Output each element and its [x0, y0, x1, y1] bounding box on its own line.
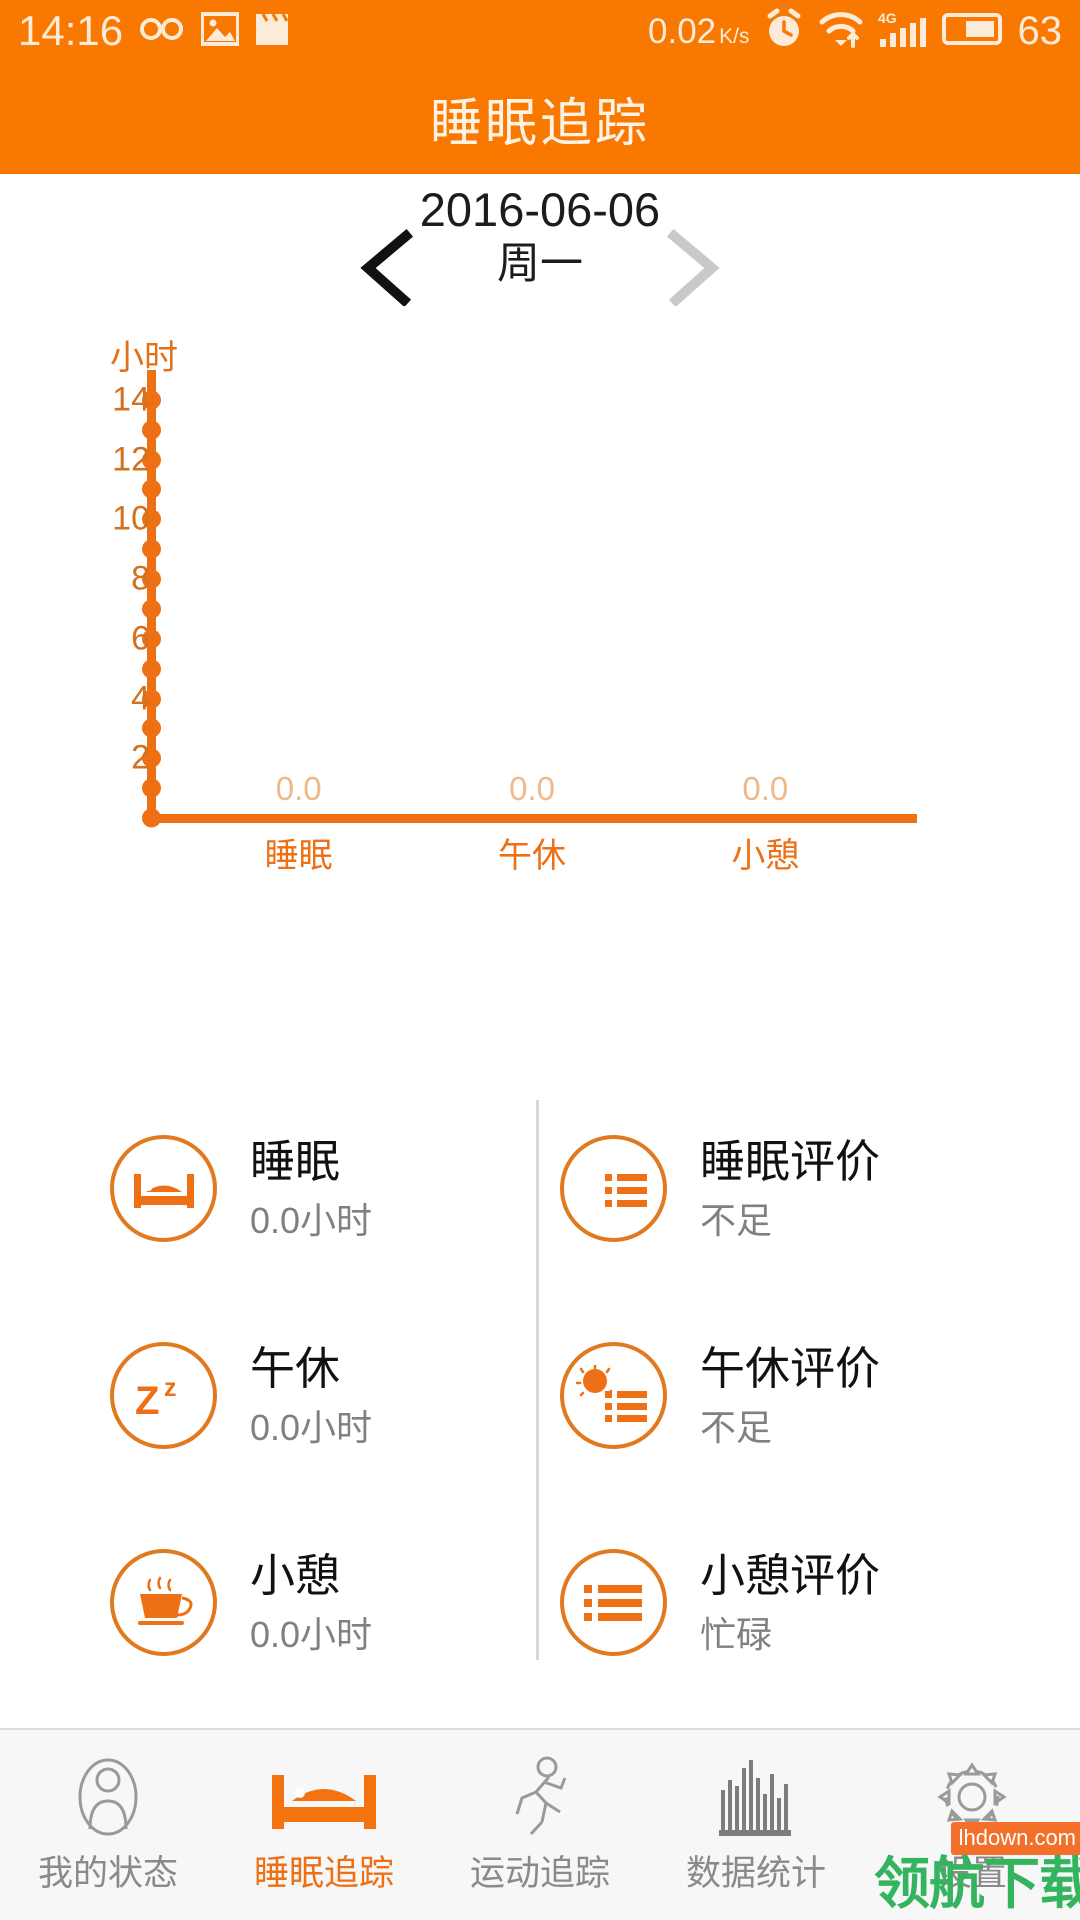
stats-column-right: 睡眠评价 不足 午休评价 不足 小憩评价 忙碌: [560, 1085, 1060, 1706]
status-time: 14:16: [18, 7, 124, 54]
nav-label: 我的状态: [37, 1853, 178, 1893]
nav-label: 数据统计: [685, 1853, 826, 1893]
list-item-value: 0.0小时: [250, 1613, 373, 1655]
bar-value-label: 0.0: [509, 770, 555, 807]
list-item-text: 午休评价 不足: [700, 1342, 880, 1449]
nav-item-my-status[interactable]: 我的状态: [0, 1730, 216, 1920]
page-title: 睡眠追踪: [429, 94, 650, 153]
list-icon: [560, 1549, 667, 1656]
running-icon: [509, 1755, 571, 1839]
x-axis-line: [147, 814, 917, 823]
infinity-icon: [139, 14, 185, 49]
list-item[interactable]: 小憩评价 忙碌: [560, 1499, 1060, 1706]
nav-label: 运动追踪: [469, 1853, 610, 1893]
x-axis-category-label: 午休: [498, 837, 566, 875]
svg-text:4G: 4G: [878, 10, 897, 26]
list-item-value: 0.0小时: [250, 1406, 373, 1448]
watermark: 领航下载 lhdown.com: [874, 1820, 1080, 1912]
y-axis-tick-label: 2: [131, 738, 150, 777]
list-item[interactable]: 睡眠 0.0小时: [110, 1085, 610, 1292]
battery-icon: [941, 12, 1004, 51]
list-item-title: 睡眠: [250, 1135, 341, 1187]
nav-label: 睡眠追踪: [253, 1853, 394, 1893]
nav-item-data-stats[interactable]: 数据统计: [648, 1730, 864, 1920]
y-axis-tick-label: 14: [112, 380, 150, 419]
bed-icon: [270, 1755, 378, 1839]
list-item-title: 睡眠评价: [700, 1135, 881, 1187]
list-item-text: 小憩 0.0小时: [250, 1549, 372, 1656]
bar-value-label: 0.0: [742, 770, 789, 807]
status-bar-left: 14:16: [18, 10, 289, 52]
4g-signal-icon: 4G: [878, 9, 928, 54]
nav-item-sport-tracking[interactable]: 运动追踪: [432, 1730, 648, 1920]
list-item-value: 不足: [700, 1406, 773, 1448]
person-icon: [76, 1755, 140, 1839]
watermark-badge: lhdown.com: [950, 1822, 1080, 1855]
list-item[interactable]: 睡眠评价 不足: [560, 1085, 1060, 1292]
y-axis-tick-label: 8: [131, 559, 150, 598]
network-speed-unit: K/s: [719, 24, 750, 48]
list-item-text: 午休 0.0小时: [250, 1342, 372, 1449]
y-axis-tick-dot: [142, 539, 161, 559]
moon-list-icon: [560, 1135, 667, 1242]
list-item[interactable]: 午休评价 不足: [560, 1292, 1060, 1499]
app-header: 睡眠追踪: [0, 62, 1080, 174]
list-item-value: 0.0小时: [250, 1199, 373, 1241]
network-speed: 0.02 K/s: [648, 11, 750, 51]
y-axis-tick-dot: [142, 778, 161, 798]
y-axis-unit-label: 小时: [110, 339, 178, 377]
y-axis-tick-dot: [142, 659, 161, 679]
list-item-title: 小憩评价: [700, 1549, 881, 1601]
list-item-title: 小憩: [250, 1549, 341, 1601]
list-item-value: 忙碌: [700, 1613, 773, 1655]
list-item-value: 不足: [700, 1199, 773, 1241]
y-axis-tick-dot: [142, 718, 161, 738]
battery-percent: 63: [1017, 9, 1063, 53]
y-axis-tick-dot: [142, 420, 161, 440]
list-item-title: 午休: [250, 1342, 341, 1394]
x-axis-category-label: 睡眠: [264, 837, 333, 875]
date-navigation: 2016-06-06 周一: [0, 174, 1080, 324]
list-item-text: 小憩评价 忙碌: [700, 1549, 880, 1656]
next-day-button[interactable]: [650, 226, 740, 308]
watermark-text: 领航下载: [874, 1852, 1080, 1915]
stats-column-left: 睡眠 0.0小时 Z z 午休 0.0小时 小憩 0.0小时: [110, 1085, 610, 1706]
clapperboard-icon: [255, 12, 289, 51]
stats-panel: 睡眠 0.0小时 Z z 午休 0.0小时 小憩 0.0小时 睡眠评价 不足 午…: [0, 1085, 1080, 1705]
svg-text:Z: Z: [135, 1379, 159, 1422]
list-item-text: 睡眠 0.0小时: [250, 1135, 372, 1242]
list-item[interactable]: 小憩 0.0小时: [110, 1499, 610, 1706]
zzz-icon: Z z: [110, 1342, 217, 1449]
y-axis-tick-label: 6: [131, 619, 150, 658]
y-axis-tick-label: 10: [112, 499, 150, 538]
y-axis-tick-label: 4: [131, 679, 150, 718]
list-item-title: 午休评价: [700, 1342, 881, 1394]
y-axis-tick-dot: [142, 599, 161, 619]
list-item-text: 睡眠评价 不足: [700, 1135, 880, 1242]
bar-chart-icon: [717, 1755, 795, 1839]
status-bar: 14:16 0.02 K/s 4G 63: [0, 0, 1080, 62]
y-axis-tick-label: 12: [112, 440, 150, 479]
list-item[interactable]: Z z 午休 0.0小时: [110, 1292, 610, 1499]
bar-value-label: 0.0: [275, 770, 322, 807]
svg-text:z: z: [164, 1374, 177, 1402]
sleep-bar-chart: 小时 14 12 10 8 6 4 2 睡眠 0.0 午休 0.0 小憩 0.0: [0, 330, 1080, 890]
coffee-cup-icon: [110, 1549, 217, 1656]
y-axis-tick-dot: [142, 479, 161, 499]
app-root: 14:16 0.02 K/s 4G 63 睡眠追踪 2016-06-06 周一 …: [0, 0, 1080, 1920]
nav-item-sleep-tracking[interactable]: 睡眠追踪: [216, 1730, 432, 1920]
x-axis-category-label: 小憩: [731, 837, 800, 875]
sun-list-icon: [560, 1342, 667, 1449]
image-icon: [200, 11, 241, 51]
wifi-icon: [818, 10, 864, 53]
alarm-clock-icon: [764, 8, 804, 55]
y-axis-tick-dot: [142, 808, 161, 828]
bed-icon: [110, 1135, 217, 1242]
status-bar-right: 0.02 K/s 4G 63: [648, 8, 1062, 55]
